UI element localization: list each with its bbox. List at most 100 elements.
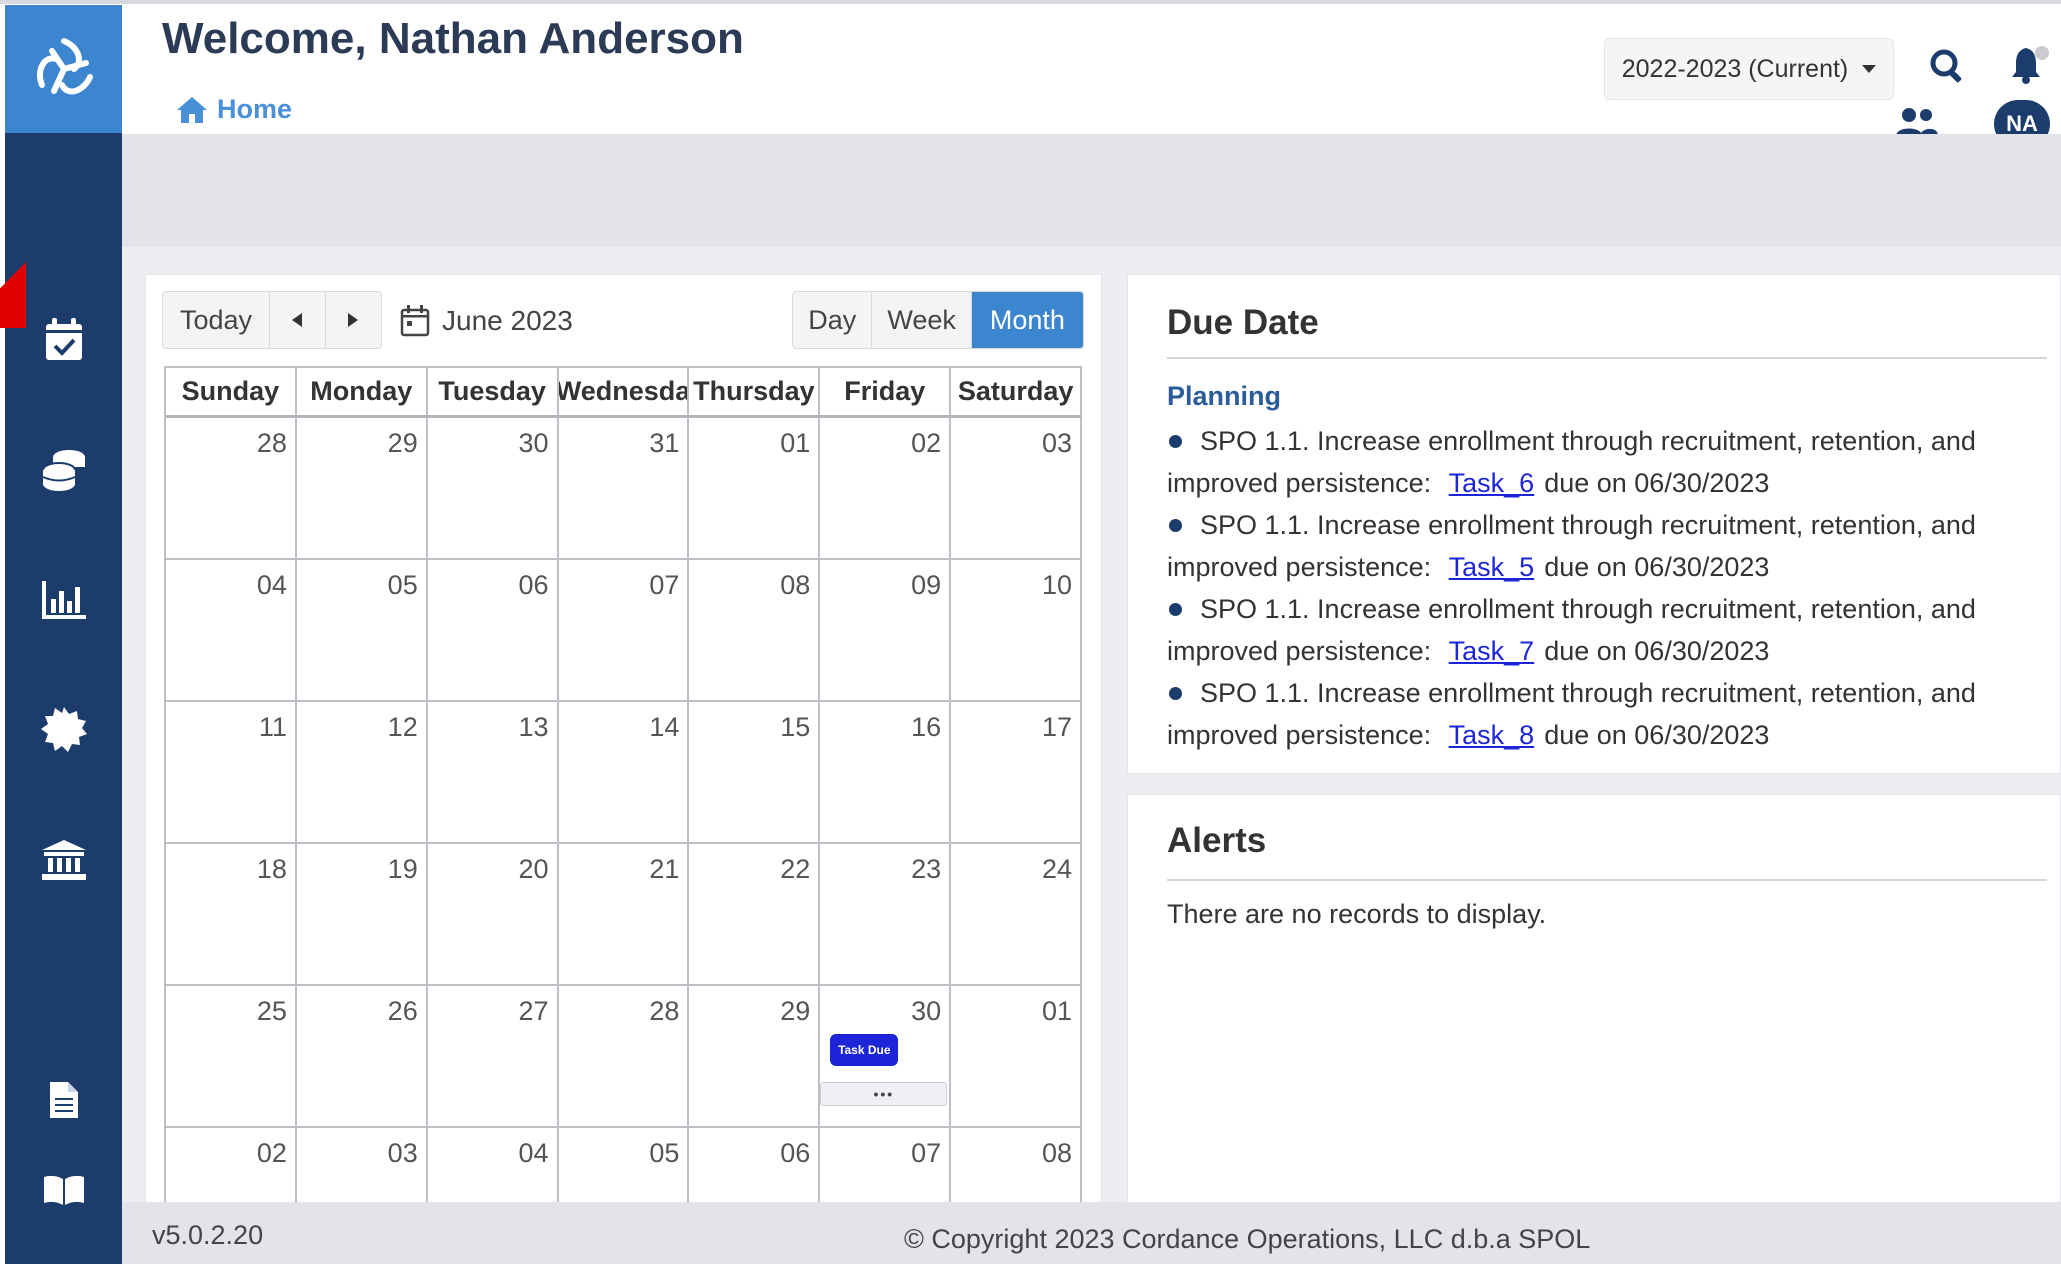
app-logo[interactable] — [5, 5, 122, 133]
view-month-button[interactable]: Month — [971, 292, 1083, 348]
calendar-day-cell[interactable]: 03 — [951, 418, 1083, 558]
calendar-day-cell[interactable]: 30 Task Due ••• — [820, 986, 952, 1126]
view-week-button[interactable]: Week — [872, 292, 972, 348]
sidebar-item-budget[interactable] — [5, 435, 122, 505]
task-link[interactable]: Task_8 — [1449, 720, 1535, 750]
calendar-day-cell[interactable]: 04 — [166, 560, 297, 700]
day-number[interactable]: 27 — [519, 996, 549, 1027]
day-number[interactable]: 05 — [649, 1138, 679, 1169]
view-day-button[interactable]: Day — [793, 292, 873, 348]
calendar-day-cell[interactable]: 28 — [559, 986, 690, 1126]
more-events-button[interactable]: ••• — [820, 1082, 948, 1106]
event-task-due[interactable]: Task Due — [830, 1034, 899, 1066]
day-number[interactable]: 12 — [388, 712, 418, 743]
sidebar-item-institution[interactable] — [5, 825, 122, 895]
day-number[interactable]: 30 — [911, 996, 941, 1027]
day-number[interactable]: 20 — [519, 854, 549, 885]
calendar-day-cell[interactable]: 25 — [166, 986, 297, 1126]
calendar-day-cell[interactable]: 15 — [689, 702, 821, 842]
day-number[interactable]: 26 — [388, 996, 418, 1027]
calendar-day-cell[interactable]: 22 — [689, 844, 821, 984]
day-number[interactable]: 30 — [519, 428, 549, 459]
day-number[interactable]: 02 — [257, 1138, 287, 1169]
calendar-day-cell[interactable]: 27 — [428, 986, 559, 1126]
task-link[interactable]: Task_6 — [1449, 468, 1535, 498]
calendar-day-cell[interactable]: 17 — [951, 702, 1083, 842]
calendar-day-cell[interactable]: 24 — [951, 844, 1083, 984]
day-number[interactable]: 05 — [388, 570, 418, 601]
task-link[interactable]: Task_5 — [1449, 552, 1535, 582]
day-number[interactable]: 11 — [259, 712, 287, 743]
calendar-day-cell[interactable]: 12 — [297, 702, 428, 842]
day-number[interactable]: 08 — [780, 570, 810, 601]
calendar-day-cell[interactable]: 01 — [951, 986, 1083, 1126]
day-number[interactable]: 14 — [649, 712, 679, 743]
day-number[interactable]: 23 — [911, 854, 941, 885]
calendar-day-cell[interactable]: 30 — [428, 418, 559, 558]
calendar-day-cell[interactable]: 14 — [559, 702, 690, 842]
year-selector[interactable]: 2022-2023 (Current) — [1604, 38, 1894, 100]
calendar-day-cell[interactable]: 08 — [689, 560, 821, 700]
breadcrumb-home[interactable]: Home — [177, 94, 292, 125]
day-number[interactable]: 09 — [911, 570, 941, 601]
day-number[interactable]: 10 — [1042, 570, 1072, 601]
day-number[interactable]: 01 — [780, 428, 810, 459]
day-number[interactable]: 22 — [780, 854, 810, 885]
calendar-day-cell[interactable]: 05 — [297, 560, 428, 700]
calendar-day-cell[interactable]: 02 — [820, 418, 952, 558]
day-number[interactable]: 31 — [649, 428, 679, 459]
calendar-day-cell[interactable]: 01 — [689, 418, 821, 558]
calendar-day-cell[interactable]: 11 — [166, 702, 297, 842]
calendar-day-cell[interactable]: 16 — [820, 702, 952, 842]
calendar-day-cell[interactable]: 29 — [689, 986, 821, 1126]
day-number[interactable]: 19 — [388, 854, 418, 885]
search-button[interactable] — [1927, 46, 1967, 86]
calendar-day-cell[interactable]: 23 — [820, 844, 952, 984]
day-number[interactable]: 28 — [257, 428, 287, 459]
day-number[interactable]: 03 — [1042, 428, 1072, 459]
day-number[interactable]: 18 — [257, 854, 287, 885]
day-number[interactable]: 16 — [911, 712, 941, 743]
day-number[interactable]: 06 — [519, 570, 549, 601]
calendar-day-cell[interactable]: 09 — [820, 560, 952, 700]
day-number[interactable]: 04 — [257, 570, 287, 601]
calendar-day-cell[interactable]: 07 — [559, 560, 690, 700]
calendar-icon — [400, 305, 430, 337]
calendar-day-cell[interactable]: 18 — [166, 844, 297, 984]
calendar-day-cell[interactable]: 26 — [297, 986, 428, 1126]
day-number[interactable]: 17 — [1042, 712, 1072, 743]
next-month-button[interactable] — [326, 292, 381, 348]
sidebar-item-reports[interactable] — [5, 565, 122, 635]
calendar-day-cell[interactable]: 13 — [428, 702, 559, 842]
today-button[interactable]: Today — [163, 292, 271, 348]
day-number[interactable]: 03 — [388, 1138, 418, 1169]
calendar-day-cell[interactable]: 29 — [297, 418, 428, 558]
day-number[interactable]: 01 — [1042, 996, 1072, 1027]
sidebar-item-settings[interactable] — [5, 695, 122, 765]
day-number[interactable]: 08 — [1042, 1138, 1072, 1169]
calendar-day-cell[interactable]: 19 — [297, 844, 428, 984]
day-number[interactable]: 15 — [780, 712, 810, 743]
day-number[interactable]: 07 — [911, 1138, 941, 1169]
day-number[interactable]: 07 — [649, 570, 679, 601]
day-number[interactable]: 28 — [649, 996, 679, 1027]
calendar-day-cell[interactable]: 28 — [166, 418, 297, 558]
day-number[interactable]: 24 — [1042, 854, 1072, 885]
day-number[interactable]: 02 — [911, 428, 941, 459]
day-number[interactable]: 13 — [519, 712, 549, 743]
day-number[interactable]: 25 — [257, 996, 287, 1027]
calendar-day-cell[interactable]: 06 — [428, 560, 559, 700]
sidebar-item-help[interactable] — [5, 1155, 122, 1225]
day-number[interactable]: 04 — [519, 1138, 549, 1169]
sidebar-item-documents[interactable] — [5, 1065, 122, 1135]
task-link[interactable]: Task_7 — [1449, 636, 1535, 666]
calendar-day-cell[interactable]: 20 — [428, 844, 559, 984]
day-number[interactable]: 29 — [780, 996, 810, 1027]
day-number[interactable]: 29 — [388, 428, 418, 459]
day-number[interactable]: 06 — [780, 1138, 810, 1169]
calendar-day-cell[interactable]: 21 — [559, 844, 690, 984]
calendar-day-cell[interactable]: 10 — [951, 560, 1083, 700]
day-number[interactable]: 21 — [649, 854, 679, 885]
prev-month-button[interactable] — [270, 292, 326, 348]
calendar-day-cell[interactable]: 31 — [559, 418, 690, 558]
